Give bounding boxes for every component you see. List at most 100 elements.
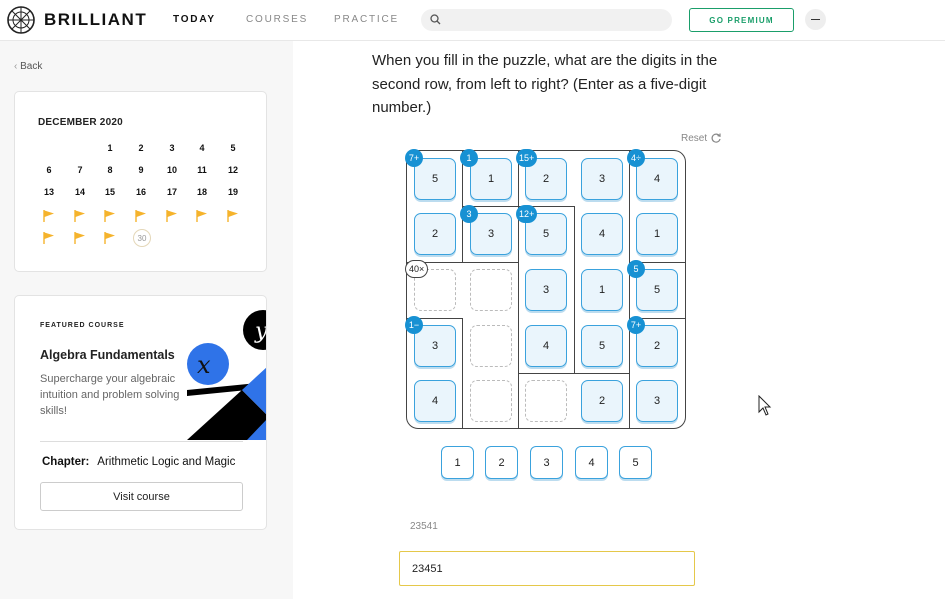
streak-flag-icon [43, 232, 54, 244]
chapter-label: Chapter: [42, 456, 90, 468]
course-chapter: Chapter: Arithmetic Logic and Magic [42, 456, 235, 468]
grid-cell-filled[interactable]: 4 [581, 213, 623, 255]
grid-cell-filled[interactable]: 1 [581, 269, 623, 311]
svg-text:y: y [254, 319, 267, 344]
divider [40, 441, 243, 442]
streak-flag-icon [104, 210, 115, 222]
calendar-day: 12 [227, 165, 238, 175]
cage-label: 12+ [516, 205, 538, 223]
cage-label: 3 [460, 205, 478, 223]
brand-name: BRILLIANT [44, 10, 148, 29]
grid-cell-filled[interactable]: 4 [414, 380, 456, 422]
reset-label: Reset [681, 132, 708, 144]
cage-border [629, 151, 630, 428]
mouse-cursor-icon [758, 395, 772, 416]
number-tile-3[interactable]: 3 [530, 446, 563, 479]
calendar-day: 9 [138, 165, 144, 175]
grid-cell-filled[interactable]: 2 [581, 380, 623, 422]
streak-flag-icon [135, 210, 146, 222]
calendar-day: 18 [196, 187, 207, 197]
search-input[interactable] [421, 9, 672, 31]
cage-label: 1− [405, 316, 423, 334]
calendar-day: 11 [197, 165, 207, 175]
chapter-name: Arithmetic Logic and Magic [97, 456, 236, 468]
calendar-day: 15 [104, 187, 115, 197]
search-icon [430, 14, 441, 25]
cage-border [518, 151, 519, 428]
grid-cell-empty[interactable] [470, 269, 512, 311]
nav-courses[interactable]: COURSES [246, 14, 308, 25]
number-tile-2[interactable]: 2 [485, 446, 518, 479]
course-illustration: y x [187, 310, 267, 440]
answer-input[interactable]: 23451 [399, 551, 695, 586]
reset-button[interactable]: Reset [681, 132, 722, 144]
brilliant-logo-icon [7, 6, 35, 34]
number-tile-5[interactable]: 5 [619, 446, 652, 479]
go-premium-button[interactable]: GO PREMIUM [689, 8, 794, 32]
calendar-day: 30 [133, 229, 151, 247]
grid-cell-empty[interactable] [470, 325, 512, 367]
back-link[interactable]: ‹ Back [14, 61, 42, 72]
question-text: When you fill in the puzzle, what are th… [372, 52, 718, 116]
sidebar: ‹ Back DECEMBER 2020 1 2 3 4 5 6 7 8 9 10 11 12 13 14… [0, 41, 293, 599]
cage-label: 1 [460, 149, 478, 167]
top-bar: BRILLIANT TODAY COURSES PRACTICE GO PREM… [0, 0, 945, 41]
grid-cell-empty[interactable] [525, 380, 567, 422]
grid-cell-filled[interactable]: 5 [581, 325, 623, 367]
brand-logo[interactable]: BRILLIANT [6, 5, 147, 35]
calendar-day: 7 [77, 165, 83, 175]
number-tile-4[interactable]: 4 [575, 446, 608, 479]
streak-flag-icon [196, 210, 207, 222]
calendar-day: 6 [46, 165, 52, 175]
calendar-day: 16 [135, 187, 146, 197]
grid-cell-filled[interactable]: 2 [414, 213, 456, 255]
refresh-icon [711, 133, 721, 143]
streak-flag-icon [43, 210, 54, 222]
grid-cell-filled[interactable]: 3 [470, 213, 512, 255]
calendar-day: 1 [107, 143, 113, 153]
featured-course-card: FEATURED COURSE Algebra Fundamentals Sup… [14, 295, 267, 530]
streak-flag-icon [166, 210, 177, 222]
calendar-day: 19 [227, 187, 238, 197]
streak-flag-icon [104, 232, 115, 244]
grid-cell-filled[interactable]: 3 [525, 269, 567, 311]
calendar-day: 5 [230, 143, 236, 153]
kenken-grid: 51234235413153452423 [406, 150, 686, 429]
grid-cell-filled[interactable]: 4 [525, 325, 567, 367]
streak-flag-icon [74, 210, 85, 222]
nav-practice[interactable]: PRACTICE [334, 14, 399, 25]
previous-answer: 23541 [410, 521, 438, 532]
calendar-card: DECEMBER 2020 1 2 3 4 5 6 7 8 9 10 11 12 13 14 15 16 17 1… [14, 91, 267, 272]
streak-flag-icon [227, 210, 238, 222]
grid-cell-empty[interactable] [470, 380, 512, 422]
course-title: Algebra Fundamentals [40, 348, 175, 362]
cage-label: 15+ [516, 149, 538, 167]
course-description: Supercharge your algebraic intuition and… [40, 373, 180, 417]
grid-cell-filled[interactable]: 3 [636, 380, 678, 422]
menu-button[interactable] [805, 9, 826, 30]
calendar-day: 17 [166, 187, 177, 197]
calendar-day: 10 [166, 165, 177, 175]
number-tile-1[interactable]: 1 [441, 446, 474, 479]
calendar-day: 8 [107, 165, 113, 175]
calendar-day: 4 [199, 143, 205, 153]
cage-label: 7+ [627, 316, 645, 334]
visit-course-button[interactable]: Visit course [40, 482, 243, 511]
svg-text:x: x [197, 351, 211, 379]
cage-border [574, 373, 629, 374]
minus-icon [811, 18, 820, 21]
calendar-day: 3 [169, 143, 175, 153]
nav-today[interactable]: TODAY [173, 14, 216, 25]
calendar-day: 2 [138, 143, 144, 153]
grid-cell-filled[interactable]: 1 [636, 213, 678, 255]
grid-cell-filled[interactable]: 3 [581, 158, 623, 200]
featured-kicker: FEATURED COURSE [40, 322, 125, 329]
cage-border [574, 206, 575, 373]
cage-label: 4÷ [627, 149, 645, 167]
streak-flag-icon [74, 232, 85, 244]
grid-cell-filled[interactable]: 1 [470, 158, 512, 200]
calendar-title: DECEMBER 2020 [38, 117, 123, 128]
cage-label: 40× [405, 260, 429, 278]
back-label: Back [20, 61, 43, 72]
cage-label: 5 [627, 260, 645, 278]
